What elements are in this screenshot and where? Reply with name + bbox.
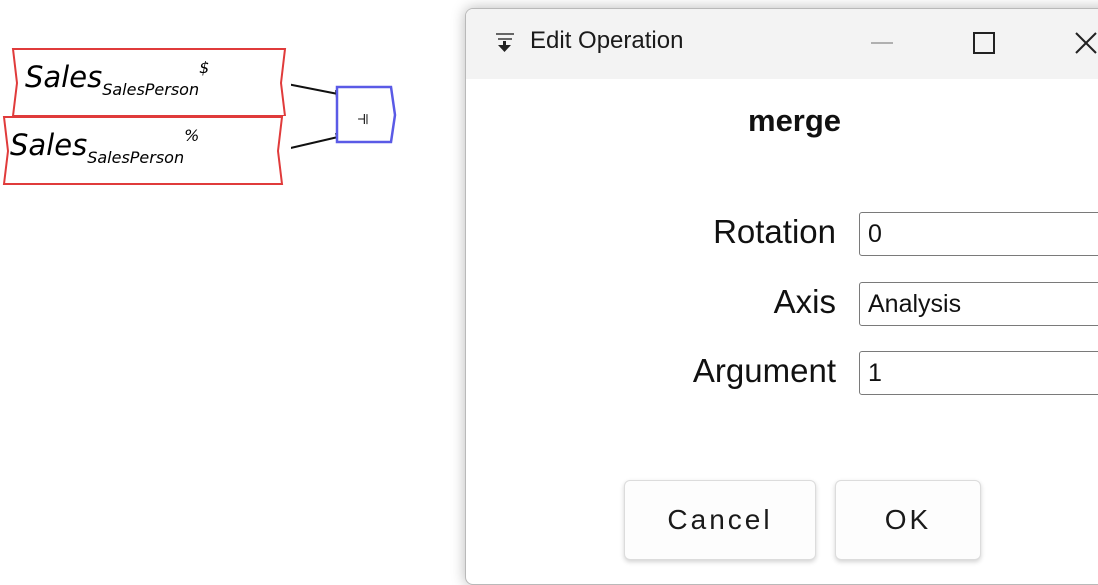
maximize-button[interactable] (960, 23, 1008, 63)
dialog-title: Edit Operation (530, 27, 684, 54)
axis-label: Axis (773, 283, 836, 320)
rotation-input[interactable] (859, 212, 1098, 256)
close-button[interactable] (1062, 23, 1098, 63)
close-icon (1075, 32, 1097, 54)
variable-sales-percent[interactable]: SalesSalesPerson% (2, 116, 291, 188)
dialog-titlebar[interactable]: Edit Operation (466, 9, 1098, 79)
argument-input[interactable] (859, 351, 1098, 395)
variable-label: SalesSalesPerson% (10, 126, 200, 167)
operation-name-heading: merge (748, 103, 842, 138)
merge-operation-glyph: ⫣ (357, 105, 369, 129)
edit-operation-dialog: Edit Operation merge Rotation Axis Argum… (465, 8, 1098, 585)
minimize-button[interactable] (858, 23, 906, 63)
minimize-icon (871, 42, 893, 44)
cancel-button[interactable]: Cancel (624, 480, 816, 560)
rotation-label: Rotation (713, 213, 836, 250)
app-icon (496, 33, 514, 52)
variable-label: SalesSalesPerson$ (25, 58, 210, 99)
maximize-icon (973, 32, 995, 54)
ok-button[interactable]: OK (835, 480, 981, 560)
argument-label: Argument (692, 352, 836, 389)
axis-input[interactable] (859, 282, 1098, 326)
variable-sales-dollar[interactable]: SalesSalesPerson$ (11, 48, 291, 118)
